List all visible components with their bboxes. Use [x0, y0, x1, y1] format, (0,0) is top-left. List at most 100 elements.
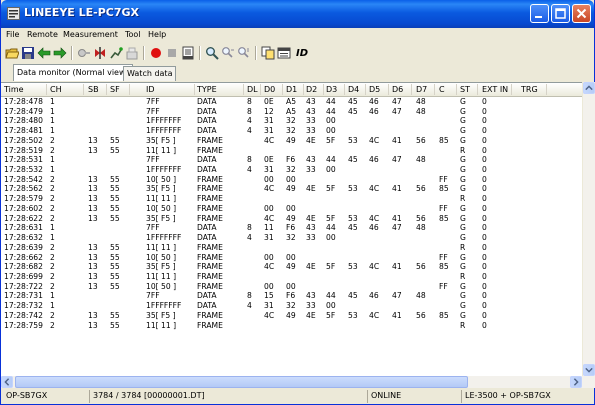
table-row[interactable]: 17:28:519 2 13 55 11[ 11 ] FRAME R 0 [1, 146, 582, 156]
list-button[interactable] [276, 45, 292, 61]
column-header-dl[interactable]: DL [247, 85, 258, 94]
connect-button[interactable] [108, 45, 124, 61]
back-button[interactable] [36, 45, 52, 61]
open-button[interactable] [4, 45, 20, 61]
table-row[interactable]: 17:28:639 2 13 55 11[ 11 ] FRAME R 0 [1, 243, 582, 253]
column-divider[interactable] [546, 84, 547, 95]
table-row[interactable]: 17:28:662 2 13 55 10[ 50 ] FRAME 00 00 FF G 0 [1, 253, 582, 263]
column-header-type[interactable]: TYPE [197, 85, 217, 94]
scroll-down-button[interactable] [583, 364, 595, 376]
tab-data-monitor[interactable]: Data monitor (Normal view) [13, 64, 133, 81]
vertical-scrollbar[interactable] [583, 82, 595, 376]
menu-help[interactable]: Help [148, 30, 166, 39]
cell-sf: 55 [110, 242, 120, 252]
menu-remote[interactable]: Remote [27, 30, 58, 39]
table-row[interactable]: 17:28:631 1 7FF DATA 8 11 F6 43 44 45 46 47 48 G 0 [1, 223, 582, 233]
column-header-d2[interactable]: D2 [306, 85, 317, 94]
record-button[interactable] [148, 45, 164, 61]
table-row[interactable]: 17:28:602 2 13 55 10[ 50 ] FRAME 00 00 FF G 0 [1, 204, 582, 214]
column-divider[interactable] [365, 84, 366, 95]
column-divider[interactable] [303, 84, 304, 95]
table-row[interactable]: 17:28:622 2 13 55 35[ F5 ] FRAME 4C 49 4E 5F 53 4C 4… [1, 214, 582, 224]
column-divider[interactable] [456, 84, 457, 95]
close-button[interactable] [572, 4, 591, 23]
table-row[interactable]: 17:28:579 2 13 55 11[ 11 ] FRAME R 0 [1, 194, 582, 204]
column-header-time[interactable]: Time [4, 85, 24, 94]
tab-watch-data[interactable]: Watch data [123, 66, 177, 81]
search-button[interactable] [204, 45, 220, 61]
column-divider[interactable] [434, 84, 435, 95]
column-divider[interactable] [106, 84, 107, 95]
table-row[interactable]: 17:28:699 2 13 55 11[ 11 ] FRAME R 0 [1, 272, 582, 282]
copy-button[interactable] [260, 45, 276, 61]
column-header-d3[interactable]: D3 [326, 85, 337, 94]
table-row[interactable]: 17:28:759 2 13 55 11[ 11 ] FRAME R 0 [1, 321, 582, 331]
minimize-button[interactable] [530, 4, 549, 23]
device-button[interactable] [124, 45, 140, 61]
column-header-ext-in[interactable]: EXT IN [482, 85, 508, 94]
table-row[interactable]: 17:28:562 2 13 55 35[ F5 ] FRAME 4C 49 4E 5F 53 4C 4… [1, 184, 582, 194]
horizontal-scroll-thumb[interactable] [15, 376, 468, 388]
column-divider[interactable] [511, 84, 512, 95]
column-divider[interactable] [129, 84, 130, 95]
column-header-trg[interactable]: TRG [521, 85, 538, 94]
table-row[interactable]: 17:28:542 2 13 55 10[ 50 ] FRAME 00 00 FF G 0 [1, 175, 582, 185]
column-divider[interactable] [388, 84, 389, 95]
menu-tool[interactable]: Tool [125, 30, 141, 39]
table-row[interactable]: 17:28:480 1 1FFFFFFF DATA 4 31 32 33 00 G 0 [1, 116, 582, 126]
column-divider[interactable] [243, 84, 244, 95]
title-bar[interactable]: LINEEYE LE-PC7GX [1, 0, 594, 28]
column-header-id[interactable]: ID [146, 85, 155, 94]
column-divider[interactable] [477, 84, 478, 95]
search-next-button[interactable] [220, 45, 236, 61]
column-divider[interactable] [194, 84, 195, 95]
cell-time: 17:28:531 [4, 155, 43, 165]
column-divider[interactable] [323, 84, 324, 95]
table-row[interactable]: 17:28:531 1 7FF DATA 8 0E F6 43 44 45 46 47 48 G 0 [1, 155, 582, 165]
scroll-left-button[interactable] [1, 376, 13, 388]
horizontal-scrollbar[interactable] [1, 376, 595, 388]
table-row[interactable]: 17:28:632 1 1FFFFFFF DATA 4 31 32 33 00 G 0 [1, 233, 582, 243]
column-header-st[interactable]: ST [460, 85, 470, 94]
table-row[interactable]: 17:28:502 2 13 55 35[ F5 ] FRAME 4C 49 4E 5F 53 4C 4… [1, 136, 582, 146]
column-divider[interactable] [411, 84, 412, 95]
table-row[interactable]: 17:28:532 1 1FFFFFFF DATA 4 31 32 33 00 G 0 [1, 165, 582, 175]
table-row[interactable]: 17:28:478 1 7FF DATA 8 0E A5 43 44 45 46 47 48 G 0 [1, 97, 582, 107]
table-row[interactable]: 17:28:731 1 7FF DATA 8 15 F6 43 44 45 46 47 48 G 0 [1, 291, 582, 301]
column-divider[interactable] [282, 84, 283, 95]
menu-file[interactable]: File [6, 30, 19, 39]
trigger-button[interactable] [92, 45, 108, 61]
column-divider[interactable] [46, 84, 47, 95]
column-header-sb[interactable]: SB [88, 85, 99, 94]
stop-button[interactable] [164, 45, 180, 61]
table-row[interactable]: 17:28:682 2 13 55 35[ F5 ] FRAME 4C 49 4E 5F 53 4C 4… [1, 262, 582, 272]
table-row[interactable]: 17:28:479 1 7FF DATA 8 12 A5 43 44 45 46 47 48 G 0 [1, 107, 582, 117]
monitor-button[interactable] [180, 45, 196, 61]
table-row[interactable]: 17:28:481 1 1FFFFFFF DATA 4 31 32 33 00 G 0 [1, 126, 582, 136]
save-button[interactable] [20, 45, 36, 61]
column-divider[interactable] [83, 84, 84, 95]
column-header-d4[interactable]: D4 [348, 85, 359, 94]
menu-measurement[interactable]: Measurement [63, 30, 118, 39]
scroll-right-button[interactable] [570, 376, 582, 388]
scroll-up-button[interactable] [583, 82, 595, 94]
column-header-ch[interactable]: CH [50, 85, 62, 94]
column-header-c[interactable]: C [439, 85, 445, 94]
table-row[interactable]: 17:28:732 1 1FFFFFFF DATA 4 31 32 33 00 G 0 [1, 301, 582, 311]
column-divider[interactable] [260, 84, 261, 95]
column-header-sf[interactable]: SF [110, 85, 120, 94]
column-header-d6[interactable]: D6 [392, 85, 403, 94]
maximize-button[interactable] [551, 4, 570, 23]
id-filter-button[interactable]: ID [292, 45, 312, 61]
table-row[interactable]: 17:28:742 2 13 55 35[ F5 ] FRAME 4C 49 4E 5F 53 4C 4… [1, 311, 582, 321]
table-row[interactable]: 17:28:722 2 13 55 10[ 50 ] FRAME 00 00 FF G 0 [1, 282, 582, 292]
cell-d6: 41 [392, 213, 402, 223]
forward-button[interactable] [52, 45, 68, 61]
column-divider[interactable] [344, 84, 345, 95]
column-header-d7[interactable]: D7 [416, 85, 427, 94]
column-header-d5[interactable]: D5 [369, 85, 380, 94]
marker-button[interactable] [76, 45, 92, 61]
search-prev-button[interactable] [236, 45, 252, 61]
column-header-d1[interactable]: D1 [286, 85, 297, 94]
column-header-d0[interactable]: D0 [264, 85, 275, 94]
